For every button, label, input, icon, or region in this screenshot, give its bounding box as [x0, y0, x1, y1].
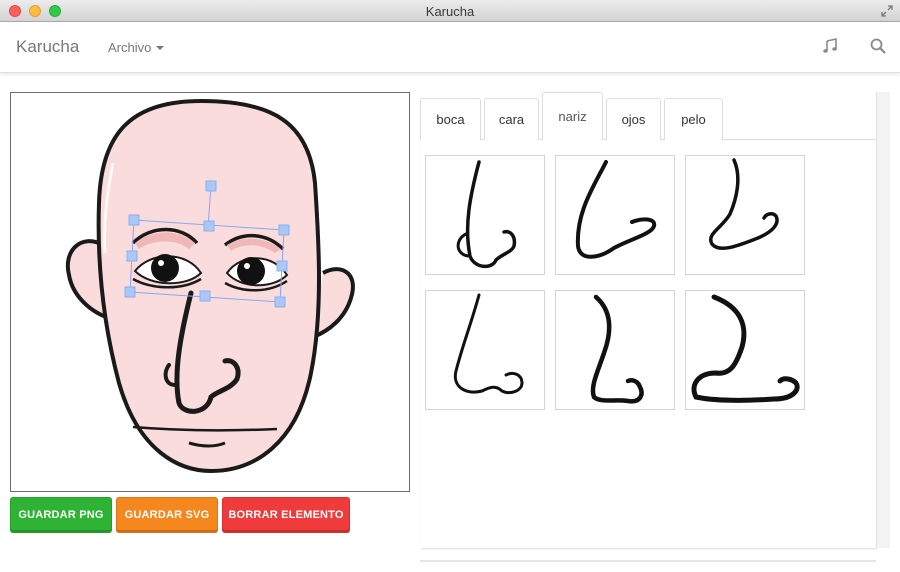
chevron-down-icon	[156, 45, 165, 50]
tab-ojos[interactable]: ojos	[606, 98, 661, 140]
save-png-button[interactable]: GUARDAR PNG	[10, 497, 112, 533]
save-svg-button[interactable]: GUARDAR SVG	[116, 497, 218, 533]
nose-option-1-drawing	[456, 160, 517, 269]
nose-option[interactable]	[425, 290, 545, 410]
head-outline	[96, 98, 321, 474]
nose-option[interactable]	[425, 155, 545, 275]
app-brand[interactable]: Karucha	[16, 37, 79, 57]
nose-option-6-drawing	[691, 294, 800, 403]
drawing-canvas[interactable]	[10, 92, 410, 492]
delete-element-button[interactable]: BORRAR ELEMENTO	[222, 497, 350, 533]
face-drawing	[65, 98, 355, 474]
music-note-icon[interactable]	[821, 37, 839, 55]
archivo-menu[interactable]: Archivo	[108, 40, 165, 55]
nose-option[interactable]	[685, 290, 805, 410]
nose-option-4-drawing	[453, 293, 524, 395]
nose-option[interactable]	[685, 155, 805, 275]
tab-nariz[interactable]: nariz	[542, 92, 603, 140]
nose-option-2-drawing	[575, 160, 657, 259]
right-pupil	[237, 257, 265, 285]
tab-boca[interactable]: boca	[420, 98, 481, 140]
window-title: Karucha	[425, 4, 475, 19]
fullscreen-icon[interactable]	[880, 4, 894, 18]
window-titlebar: Karucha	[0, 0, 900, 22]
tab-pelo[interactable]: pelo	[664, 98, 723, 140]
nose-option-5-drawing	[590, 294, 644, 404]
search-icon[interactable]	[869, 37, 887, 55]
archivo-menu-label: Archivo	[108, 40, 152, 55]
panel-scrollbar[interactable]	[876, 92, 890, 548]
panel-divider	[420, 560, 876, 562]
tab-cara[interactable]: cara	[484, 98, 539, 140]
nose-option-3-drawing	[708, 158, 779, 250]
nose-option[interactable]	[555, 155, 675, 275]
navbar: Karucha Archivo	[0, 22, 900, 73]
nose-option[interactable]	[555, 290, 675, 410]
left-pupil	[151, 254, 179, 282]
